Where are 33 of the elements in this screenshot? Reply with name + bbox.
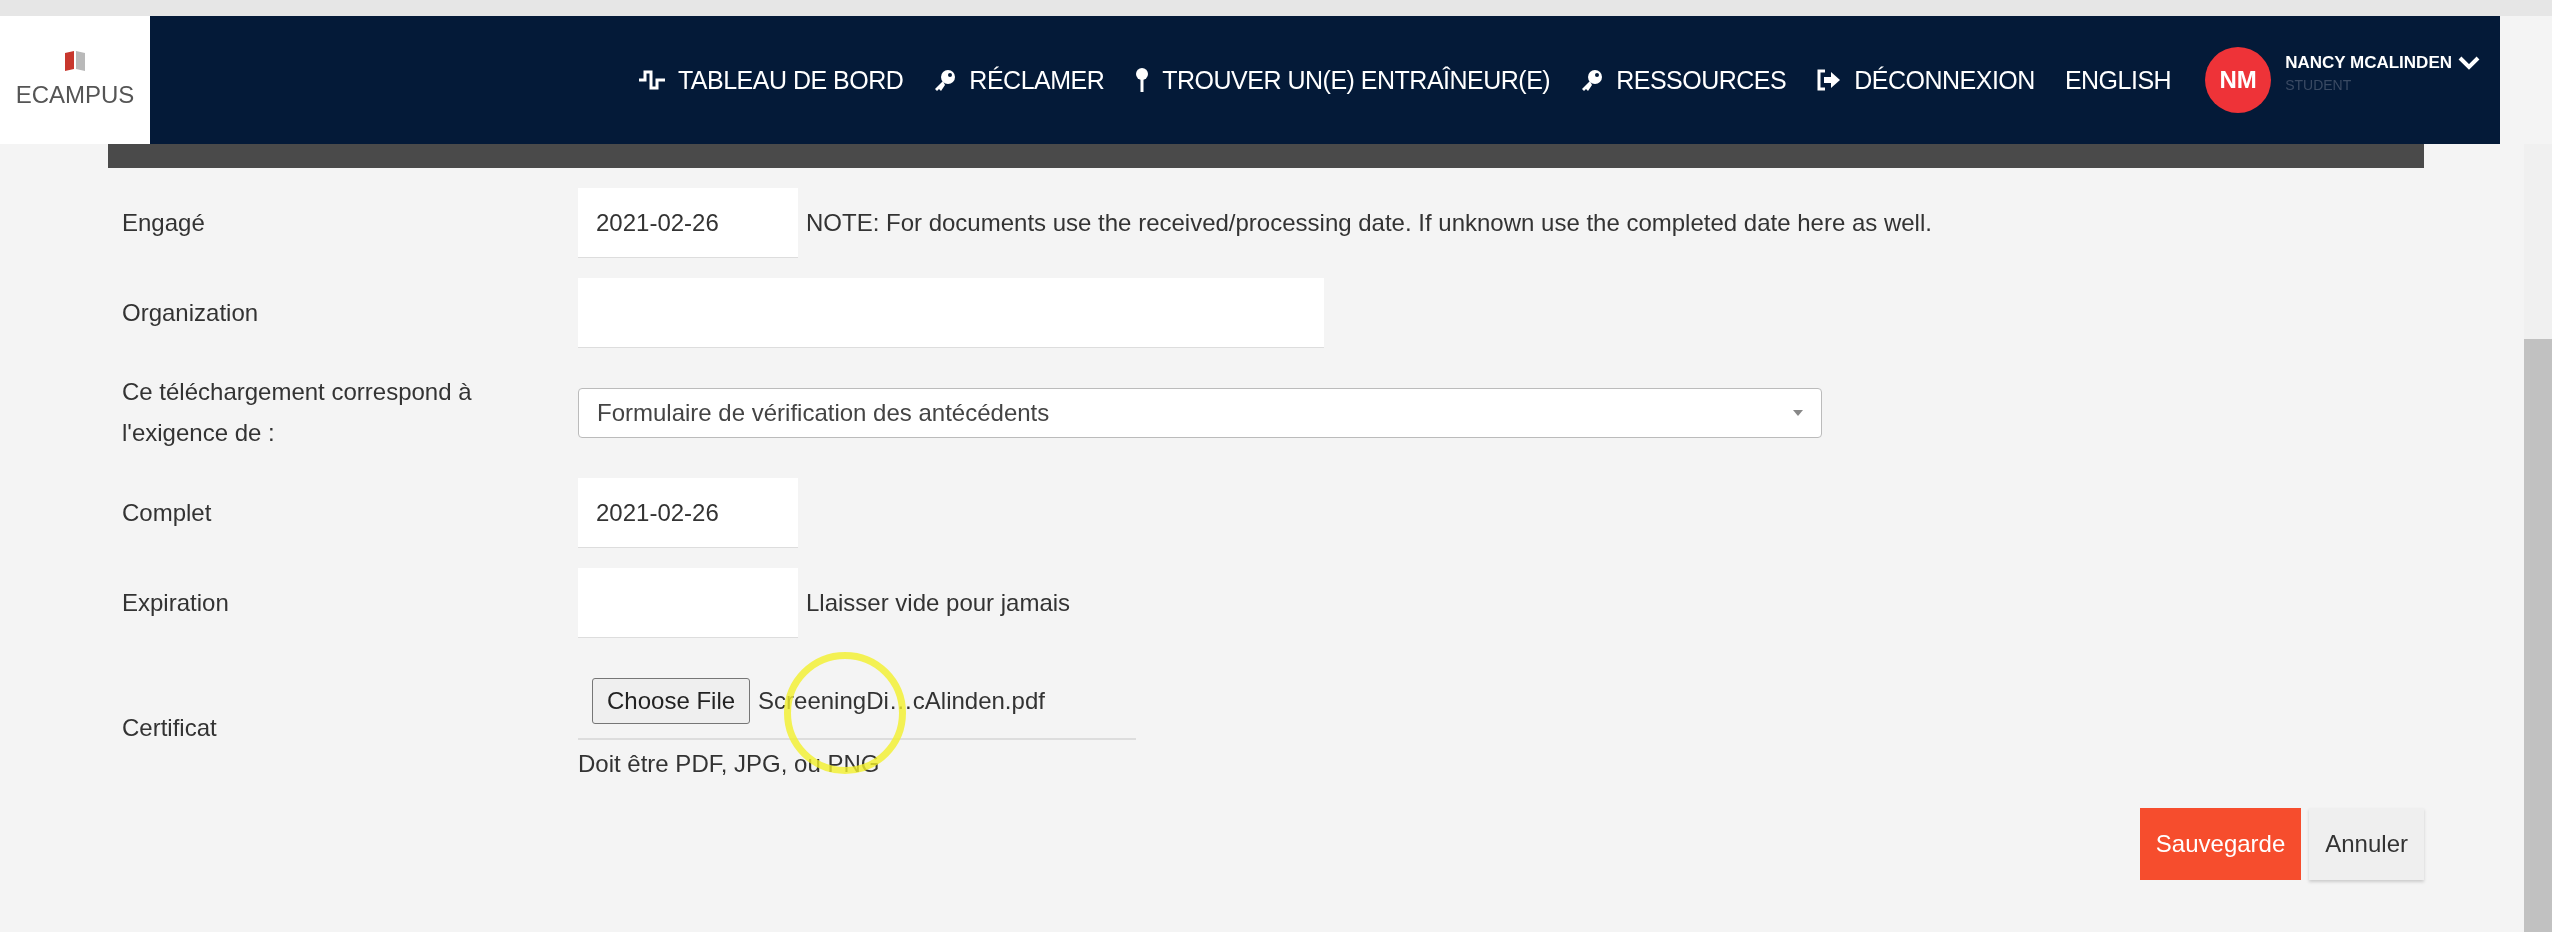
field-label: Complet — [122, 497, 213, 528]
key-icon — [933, 68, 958, 92]
nav-link[interactable]: DÉCONNEXION — [1816, 65, 2035, 95]
field-label: Organization — [122, 297, 260, 328]
chevron-down-icon[interactable] — [2458, 55, 2480, 71]
scrollbar[interactable] — [2524, 144, 2552, 932]
caret-icon — [1793, 410, 1803, 416]
cancel-button[interactable]: Annuler — [2309, 808, 2424, 880]
user-name[interactable]: NANCY MCALINDEN — [2285, 53, 2452, 73]
nav-link[interactable]: TROUVER UN(E) ENTRAÎNEUR(E) — [1134, 65, 1551, 95]
field-note: NOTE: For documents use the received/processing date. If unknown use the completed date here as well. — [806, 209, 1932, 237]
nav-link[interactable]: RESSOURCES — [1580, 65, 1787, 95]
field-label: Ce téléchargement correspond à l'exigence de : — [122, 377, 473, 448]
nav-link[interactable]: RÉCLAMER — [933, 65, 1105, 95]
field-label: Expiration — [122, 587, 230, 618]
date-field[interactable]: 2021-02-26 — [578, 478, 798, 548]
requirement-dropdown[interactable]: Formulaire de vérification des antécédents — [578, 388, 1822, 438]
field-label: Engagé — [122, 207, 206, 238]
logo-tile[interactable]: ECAMPUS — [0, 16, 150, 144]
key-icon — [1580, 68, 1605, 92]
nav-link[interactable]: TABLEAU DE BORD — [637, 65, 904, 95]
field-note: Llaisser vide pour jamais — [806, 589, 1071, 617]
book-icon — [64, 51, 86, 71]
date-field[interactable] — [578, 568, 798, 638]
brand-name: ECAMPUS — [15, 81, 135, 109]
nav-link[interactable]: ENGLISH — [2064, 65, 2172, 95]
choose-file-button[interactable]: Choose File — [592, 678, 751, 724]
date-field[interactable]: 2021-02-26 — [578, 188, 798, 258]
field-label: Certificat — [122, 713, 218, 743]
pulse-icon — [637, 69, 666, 91]
pin-icon — [1134, 67, 1151, 93]
avatar[interactable]: NM — [2205, 47, 2272, 113]
input-field[interactable] — [578, 278, 1324, 348]
